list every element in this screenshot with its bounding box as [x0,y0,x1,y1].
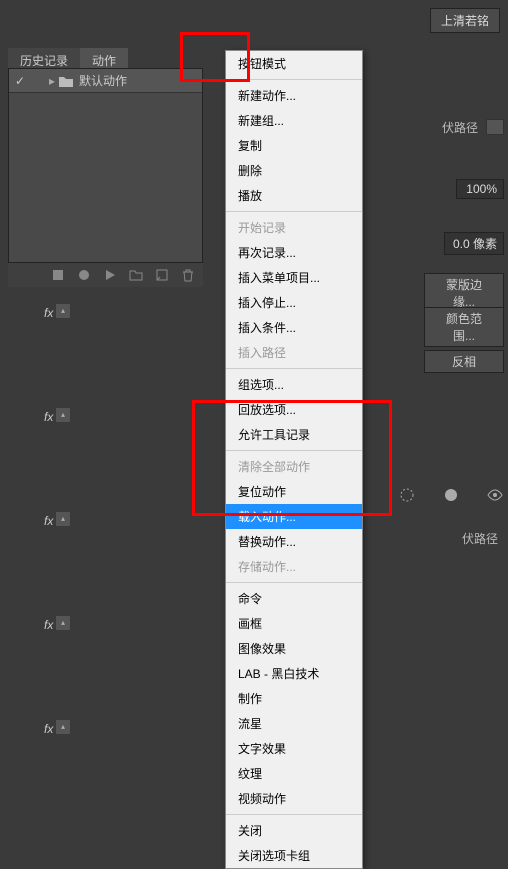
menu-insert-cond[interactable]: 插入条件... [226,315,362,340]
menu-record-again[interactable]: 再次记录... [226,240,362,265]
top-user-button[interactable]: 上清若铭 [430,8,500,33]
menu-new-set[interactable]: 新建组... [226,108,362,133]
actions-panel: ✓ ▸ 默认动作 [8,68,203,263]
action-row[interactable]: ✓ ▸ 默认动作 [9,69,202,93]
menu-text-effects[interactable]: 文字效果 [226,736,362,761]
menu-replace-actions[interactable]: 替换动作... [226,529,362,554]
menu-close-tab-group[interactable]: 关闭选项卡组 [226,843,362,868]
fx-badge: fx [44,514,53,528]
scroll-up-icon[interactable]: ▴ [56,616,70,630]
layer-item[interactable]: fx▴ [30,716,70,820]
fx-badge: fx [44,410,53,424]
check-icon[interactable]: ✓ [13,74,27,88]
menu-button-mode[interactable]: 按钮模式 [226,51,362,76]
layer-item[interactable]: fx▴ [30,508,70,612]
actions-toolbar [8,263,203,287]
color-range-button[interactable]: 颜色范围... [424,307,504,347]
menu-separator [226,582,362,583]
menu-video-actions[interactable]: 视频动作 [226,786,362,811]
menu-start-record[interactable]: 开始记录 [226,215,362,240]
layers-column: fx▴ fx▴ fx▴ fx▴ fx▴ [30,300,70,820]
menu-insert-menu[interactable]: 插入菜单项目... [226,265,362,290]
menu-playback-options[interactable]: 回放选项... [226,397,362,422]
menu-load-actions[interactable]: 载入动作... [226,504,362,529]
menu-separator [226,450,362,451]
fx-badge: fx [44,618,53,632]
load-selection-icon[interactable] [398,486,416,504]
menu-insert-stop[interactable]: 插入停止... [226,290,362,315]
new-set-icon[interactable] [129,268,143,282]
menu-separator [226,211,362,212]
menu-image-effects[interactable]: 图像效果 [226,636,362,661]
add-mask-icon[interactable] [486,119,504,135]
menu-duplicate[interactable]: 复制 [226,133,362,158]
menu-meteor[interactable]: 流星 [226,711,362,736]
menu-set-options[interactable]: 组选项... [226,372,362,397]
menu-clear-all[interactable]: 清除全部动作 [226,454,362,479]
menu-textures[interactable]: 纹理 [226,761,362,786]
actions-flyout-menu: 按钮模式 新建动作... 新建组... 复制 删除 播放 开始记录 再次记录..… [225,50,363,869]
menu-close[interactable]: 关闭 [226,818,362,843]
menu-production[interactable]: 制作 [226,686,362,711]
opacity-value[interactable]: 100% [456,179,504,199]
menu-allow-tool-record[interactable]: 允许工具记录 [226,422,362,447]
apply-mask-icon[interactable] [442,486,460,504]
menu-separator [226,814,362,815]
invert-button[interactable]: 反相 [424,350,504,373]
right-panel: 伏路径 100% 0.0 像素 蒙版边缘... 颜色范围... 反相 [378,90,508,378]
expand-arrow-icon[interactable]: ▸ [49,74,55,88]
trash-icon[interactable] [181,268,195,282]
path-label: 伏路径 [442,119,478,136]
eye-icon[interactable] [486,486,504,504]
menu-separator [226,368,362,369]
layer-item[interactable]: fx▴ [30,300,70,404]
menu-insert-path[interactable]: 插入路径 [226,340,362,365]
record-icon[interactable] [77,268,91,282]
menu-lab-bw[interactable]: LAB - 黑白技术 [226,661,362,686]
menu-play[interactable]: 播放 [226,183,362,208]
menu-reset-actions[interactable]: 复位动作 [226,479,362,504]
menu-separator [226,79,362,80]
play-icon[interactable] [103,268,117,282]
menu-frames[interactable]: 画框 [226,611,362,636]
layer-item[interactable]: fx▴ [30,404,70,508]
scroll-up-icon[interactable]: ▴ [56,512,70,526]
dialog-toggle-icon[interactable] [31,74,45,88]
fx-badge: fx [44,306,53,320]
new-action-icon[interactable] [155,268,169,282]
folder-icon [59,75,73,87]
menu-new-action[interactable]: 新建动作... [226,83,362,108]
scroll-up-icon[interactable]: ▴ [56,408,70,422]
action-set-name: 默认动作 [79,72,198,89]
scroll-up-icon[interactable]: ▴ [56,720,70,734]
scroll-up-icon[interactable]: ▴ [56,304,70,318]
fx-badge: fx [44,722,53,736]
stop-icon[interactable] [51,268,65,282]
menu-commands[interactable]: 命令 [226,586,362,611]
layer-item[interactable]: fx▴ [30,612,70,716]
feather-value[interactable]: 0.0 像素 [444,232,504,255]
path-label-2: 伏路径 [462,530,498,547]
mask-icon-row [398,486,504,504]
menu-delete[interactable]: 删除 [226,158,362,183]
menu-save-actions[interactable]: 存储动作... [226,554,362,579]
